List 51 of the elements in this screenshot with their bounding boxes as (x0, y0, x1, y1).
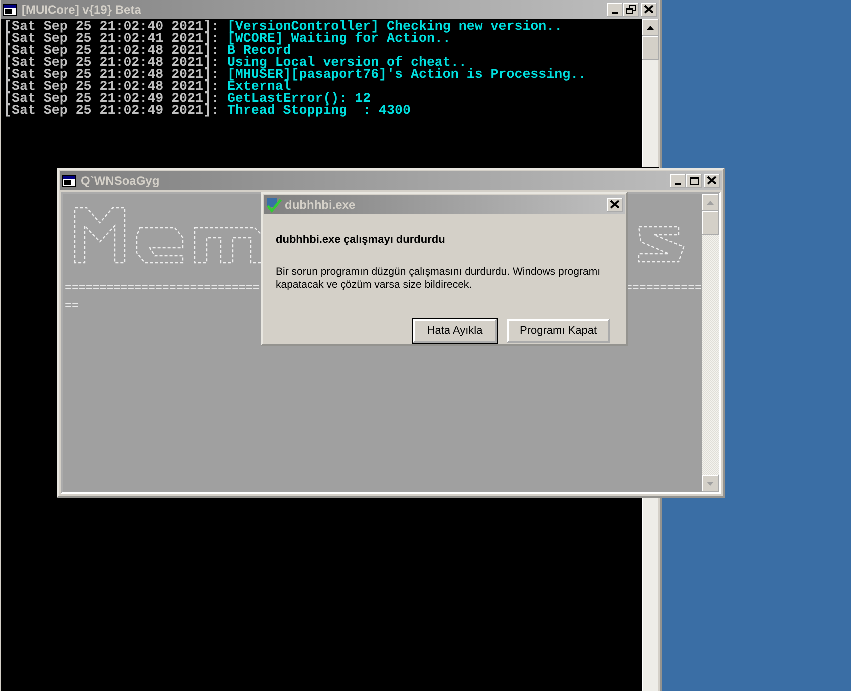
up-arrow-icon (707, 200, 714, 204)
close-button[interactable] (704, 174, 720, 188)
window-icon (62, 174, 78, 188)
restore-button[interactable] (623, 2, 639, 16)
close-button[interactable] (607, 198, 623, 212)
log-message: Using Local version of cheat.. (227, 57, 467, 69)
maximize-button[interactable] (686, 174, 702, 188)
log-message: [VersionController] Checking new version.. (227, 21, 563, 33)
log-message: GetLastError(): 12 (227, 93, 372, 105)
log-timestamp: [Sat Sep 25 21:02:49 2021]: (4, 105, 220, 117)
window-icon (3, 2, 19, 16)
dialog-message: Bir sorun programın düzgün çalışmasını durdurdu. Windows programı kapatacak ve çözüm varsa size bildirecek. (276, 266, 602, 292)
window-title: Q`WNSoaGyg (81, 172, 161, 190)
up-arrow-icon (647, 26, 654, 30)
scroll-down-button[interactable] (702, 475, 719, 492)
log-message: Thread Stopping : 4300 (227, 105, 411, 117)
log-timestamp: [Sat Sep 25 21:02:49 2021]: (4, 93, 220, 105)
dialog-title: dubhhbi.exe (285, 196, 357, 214)
dialog-button[interactable]: Hata Ayıkla (413, 318, 497, 343)
scroll-thumb[interactable] (702, 211, 719, 235)
scroll-thumb[interactable] (642, 36, 659, 60)
log-message: B Record (227, 45, 292, 57)
log-timestamp: [Sat Sep 25 21:02:48 2021]: (4, 81, 220, 93)
window-title: [MUICore] v{19} Beta (22, 2, 142, 18)
log-message: [WCORE] Waiting for Action.. (227, 33, 451, 45)
dialog-heading: dubhhbi.exe çalışmayı durdurdu (276, 233, 446, 248)
scrollbar[interactable] (702, 194, 719, 492)
log-timestamp: [Sat Sep 25 21:02:41 2021]: (4, 33, 220, 45)
restore-icon (626, 5, 636, 14)
log-timestamp: [Sat Sep 25 21:02:40 2021]: (4, 21, 220, 33)
close-icon (644, 5, 654, 14)
minimize-button[interactable] (670, 174, 686, 188)
maximize-icon (689, 176, 699, 185)
log-timestamp: [Sat Sep 25 21:02:48 2021]: (4, 45, 220, 57)
log-timestamp: [Sat Sep 25 21:02:48 2021]: (4, 69, 220, 81)
separator-line: == (65, 302, 79, 311)
close-icon (707, 176, 717, 185)
down-arrow-icon (707, 482, 714, 486)
close-button[interactable] (641, 2, 657, 16)
dialog-button[interactable]: Programı Kapat (507, 318, 610, 343)
separator-line: ============================ (65, 284, 260, 293)
log-message: External (227, 81, 292, 93)
minimize-icon (675, 182, 681, 184)
log-timestamp: [Sat Sep 25 21:02:48 2021]: (4, 57, 220, 69)
separator-line: =========== (625, 284, 702, 293)
app-icon (266, 196, 282, 212)
minimize-button[interactable] (607, 2, 623, 16)
log-message: [MHUSER][pasaport76]'s Action is Processing.. (227, 69, 587, 81)
close-icon (610, 200, 620, 209)
minimize-icon (612, 12, 618, 14)
scroll-up-button[interactable] (642, 19, 659, 36)
